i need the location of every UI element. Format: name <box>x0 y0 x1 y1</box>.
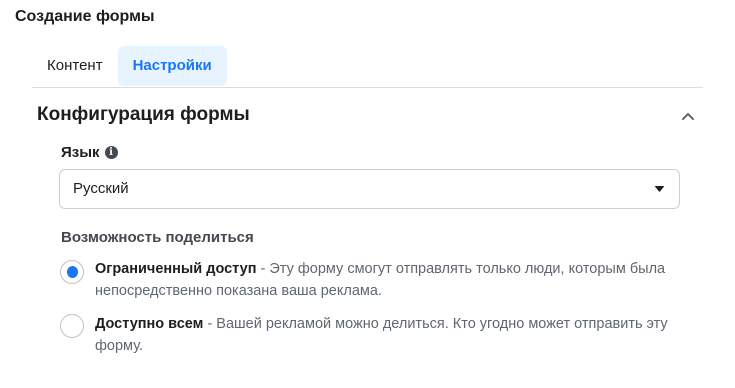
option-public-access: Доступно всем - Вашей рекламой можно дел… <box>95 313 685 357</box>
sharing-label: Возможность поделиться <box>61 229 254 246</box>
radio-public-access[interactable] <box>60 314 84 338</box>
section-title: Конфигурация формы <box>37 104 250 125</box>
page-title: Создание формы <box>15 8 155 25</box>
tab-bar: Контент Настройки <box>32 46 227 86</box>
section-collapse-button[interactable] <box>678 106 698 126</box>
chevron-up-icon <box>682 113 694 120</box>
tab-content[interactable]: Контент <box>32 46 118 86</box>
language-select[interactable]: Русский <box>59 169 680 209</box>
language-label: Язык i <box>61 144 118 161</box>
tabs-divider <box>32 87 703 88</box>
info-icon[interactable]: i <box>104 146 118 159</box>
language-select-value: Русский <box>73 180 129 197</box>
language-label-text: Язык <box>61 144 100 161</box>
option-restricted-access: Ограниченный доступ - Эту форму смогут о… <box>95 258 685 302</box>
option-restricted-access-title: Ограниченный доступ <box>95 261 257 277</box>
radio-restricted-access[interactable] <box>60 260 84 284</box>
caret-down-icon <box>654 186 665 192</box>
tab-settings[interactable]: Настройки <box>117 46 227 86</box>
option-public-access-title: Доступно всем <box>95 316 204 332</box>
